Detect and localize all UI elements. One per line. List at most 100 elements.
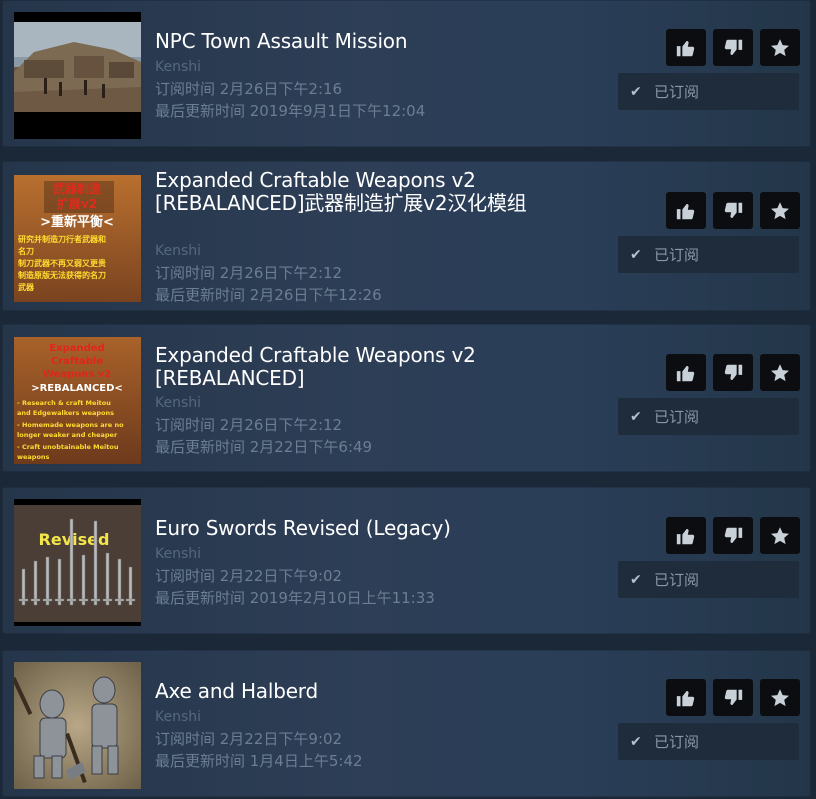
town-preview-image: [14, 12, 141, 139]
svg-text:longer weaker and cheaper: longer weaker and cheaper: [17, 431, 118, 439]
subscription-list: NPC Town Assault Mission Kenshi 订阅时间 2月2…: [0, 0, 816, 799]
svg-text:名刀: 名刀: [18, 246, 34, 256]
thumbs-up-icon: [676, 40, 695, 56]
list-item: NPC Town Assault Mission Kenshi 订阅时间 2月2…: [2, 0, 811, 147]
swords-preview-image: Revised: [14, 499, 141, 626]
svg-text:>REBALANCED<: >REBALANCED<: [31, 383, 123, 394]
subscribed-button[interactable]: ✔ 已订阅: [618, 73, 799, 110]
thumbs-down-button[interactable]: [713, 29, 753, 66]
item-thumbnail[interactable]: [14, 662, 141, 789]
favorite-button[interactable]: [760, 29, 800, 66]
favorite-button[interactable]: [760, 192, 800, 229]
thumbs-down-icon: [724, 202, 743, 218]
item-title[interactable]: Axe and Halberd: [155, 680, 535, 703]
thumbs-down-icon: [724, 364, 743, 380]
list-item: 武器制造 扩展v2 >重新平衡< 研究并制造刀行者武器和 名刀 制刀武器不再又弱…: [2, 161, 811, 311]
list-item: Axe and Halberd Kenshi 订阅时间 2月22日下午9:02 …: [2, 650, 811, 797]
thumbs-down-icon: [724, 689, 743, 705]
favorite-button[interactable]: [760, 354, 800, 391]
list-item: Revised Euro Swords Revised (Legacy) Ken…: [2, 487, 811, 634]
svg-text:武器制造: 武器制造: [53, 181, 102, 196]
svg-text:weapons: weapons: [17, 453, 50, 461]
item-thumbnail[interactable]: Revised: [14, 499, 141, 626]
item-app[interactable]: Kenshi: [155, 240, 382, 262]
item-app[interactable]: Kenshi: [155, 543, 435, 565]
weapons-cn-preview-image: 武器制造 扩展v2 >重新平衡< 研究并制造刀行者武器和 名刀 制刀武器不再又弱…: [14, 175, 141, 302]
thumbs-up-button[interactable]: [666, 517, 706, 554]
list-item: Expanded Craftable Weapons v2 >REBALANCE…: [2, 324, 811, 472]
svg-text:武器: 武器: [18, 282, 35, 292]
item-app[interactable]: Kenshi: [155, 706, 363, 728]
svg-text:制刀武器不再又弱又更贵: 制刀武器不再又弱又更贵: [18, 258, 106, 268]
star-icon: [771, 201, 789, 219]
subscribed-button[interactable]: ✔ 已订阅: [618, 236, 799, 273]
favorite-button[interactable]: [760, 679, 800, 716]
star-icon: [771, 363, 789, 381]
item-meta: Kenshi 订阅时间 2月22日下午9:02 最后更新时间 2019年2月10…: [155, 543, 435, 609]
item-thumbnail[interactable]: 武器制造 扩展v2 >重新平衡< 研究并制造刀行者武器和 名刀 制刀武器不再又弱…: [14, 175, 141, 302]
subscribed-date: 订阅时间 2月26日下午2:12: [155, 264, 343, 282]
subscribed-label: 已订阅: [654, 571, 700, 589]
thumbs-down-button[interactable]: [713, 354, 753, 391]
weapons-en-preview-image: Expanded Craftable Weapons v2 >REBALANCE…: [14, 337, 141, 464]
subscribed-button[interactable]: ✔ 已订阅: [618, 561, 799, 598]
updated-date: 最后更新时间 1月4日上午5:42: [155, 752, 363, 770]
subscribed-button[interactable]: ✔ 已订阅: [618, 723, 799, 760]
svg-text:Revised: Revised: [39, 530, 110, 549]
checkmark-icon: ✔: [630, 733, 642, 750]
svg-text:- Homemade weapons are no: - Homemade weapons are no: [17, 421, 124, 429]
svg-text:- Research & craft Meitou: - Research & craft Meitou: [17, 399, 111, 407]
svg-text:研究并制造刀行者武器和: 研究并制造刀行者武器和: [18, 234, 106, 244]
item-meta: Kenshi 订阅时间 2月22日下午9:02 最后更新时间 1月4日上午5:4…: [155, 706, 363, 772]
thumbs-down-button[interactable]: [713, 517, 753, 554]
star-icon: [771, 688, 789, 706]
item-title[interactable]: Euro Swords Revised (Legacy): [155, 517, 535, 540]
thumbs-up-button[interactable]: [666, 354, 706, 391]
thumbs-up-icon: [676, 690, 695, 706]
thumbs-up-icon: [676, 365, 695, 381]
subscribed-date: 订阅时间 2月26日下午2:12: [155, 416, 343, 434]
subscribed-label: 已订阅: [654, 733, 700, 751]
thumbs-up-button[interactable]: [666, 29, 706, 66]
subscribed-date: 订阅时间 2月22日下午9:02: [155, 730, 343, 748]
item-app[interactable]: Kenshi: [155, 56, 425, 78]
item-meta: Kenshi 订阅时间 2月26日下午2:12 最后更新时间 2月26日下午12…: [155, 240, 382, 306]
subscribed-button[interactable]: ✔ 已订阅: [618, 398, 799, 435]
svg-text:- Craft unobtainable Meitou: - Craft unobtainable Meitou: [17, 443, 119, 451]
svg-text:>重新平衡<: >重新平衡<: [40, 214, 114, 230]
thumbs-down-button[interactable]: [713, 192, 753, 229]
item-title[interactable]: Expanded Craftable Weapons v2 [REBALANCE…: [155, 344, 535, 390]
thumbs-down-button[interactable]: [713, 679, 753, 716]
item-thumbnail[interactable]: Expanded Craftable Weapons v2 >REBALANCE…: [14, 337, 141, 464]
thumbs-down-icon: [724, 39, 743, 55]
updated-date: 最后更新时间 2月22日下午6:49: [155, 438, 373, 456]
thumbs-up-icon: [676, 528, 695, 544]
item-meta: Kenshi 订阅时间 2月26日下午2:12 最后更新时间 2月22日下午6:…: [155, 392, 372, 458]
favorite-button[interactable]: [760, 517, 800, 554]
item-meta: Kenshi 订阅时间 2月26日下午2:16 最后更新时间 2019年9月1日…: [155, 56, 425, 122]
updated-date: 最后更新时间 2019年9月1日下午12:04: [155, 102, 426, 120]
subscribed-label: 已订阅: [654, 83, 700, 101]
item-title[interactable]: NPC Town Assault Mission: [155, 30, 535, 53]
updated-date: 最后更新时间 2月26日下午12:26: [155, 286, 382, 304]
svg-text:Craftable: Craftable: [51, 356, 103, 367]
subscribed-date: 订阅时间 2月22日下午9:02: [155, 567, 343, 585]
star-icon: [771, 526, 789, 544]
thumbs-up-button[interactable]: [666, 679, 706, 716]
item-title[interactable]: Expanded Craftable Weapons v2 [REBALANCE…: [155, 169, 535, 215]
svg-text:制造原版无法获得的名刀: 制造原版无法获得的名刀: [18, 270, 106, 280]
item-thumbnail[interactable]: [14, 12, 141, 139]
thumbs-down-icon: [724, 527, 743, 543]
subscribed-date: 订阅时间 2月26日下午2:16: [155, 80, 343, 98]
svg-text:and Edgewalkers weapons: and Edgewalkers weapons: [17, 409, 114, 417]
svg-text:Expanded: Expanded: [49, 343, 104, 354]
star-icon: [771, 38, 789, 56]
thumbs-up-button[interactable]: [666, 192, 706, 229]
checkmark-icon: ✔: [630, 83, 642, 100]
subscribed-label: 已订阅: [654, 246, 700, 264]
thumbs-up-icon: [676, 203, 695, 219]
item-app[interactable]: Kenshi: [155, 392, 372, 414]
svg-text:Weapons v2: Weapons v2: [43, 369, 111, 380]
checkmark-icon: ✔: [630, 408, 642, 425]
updated-date: 最后更新时间 2019年2月10日上午11:33: [155, 589, 435, 607]
